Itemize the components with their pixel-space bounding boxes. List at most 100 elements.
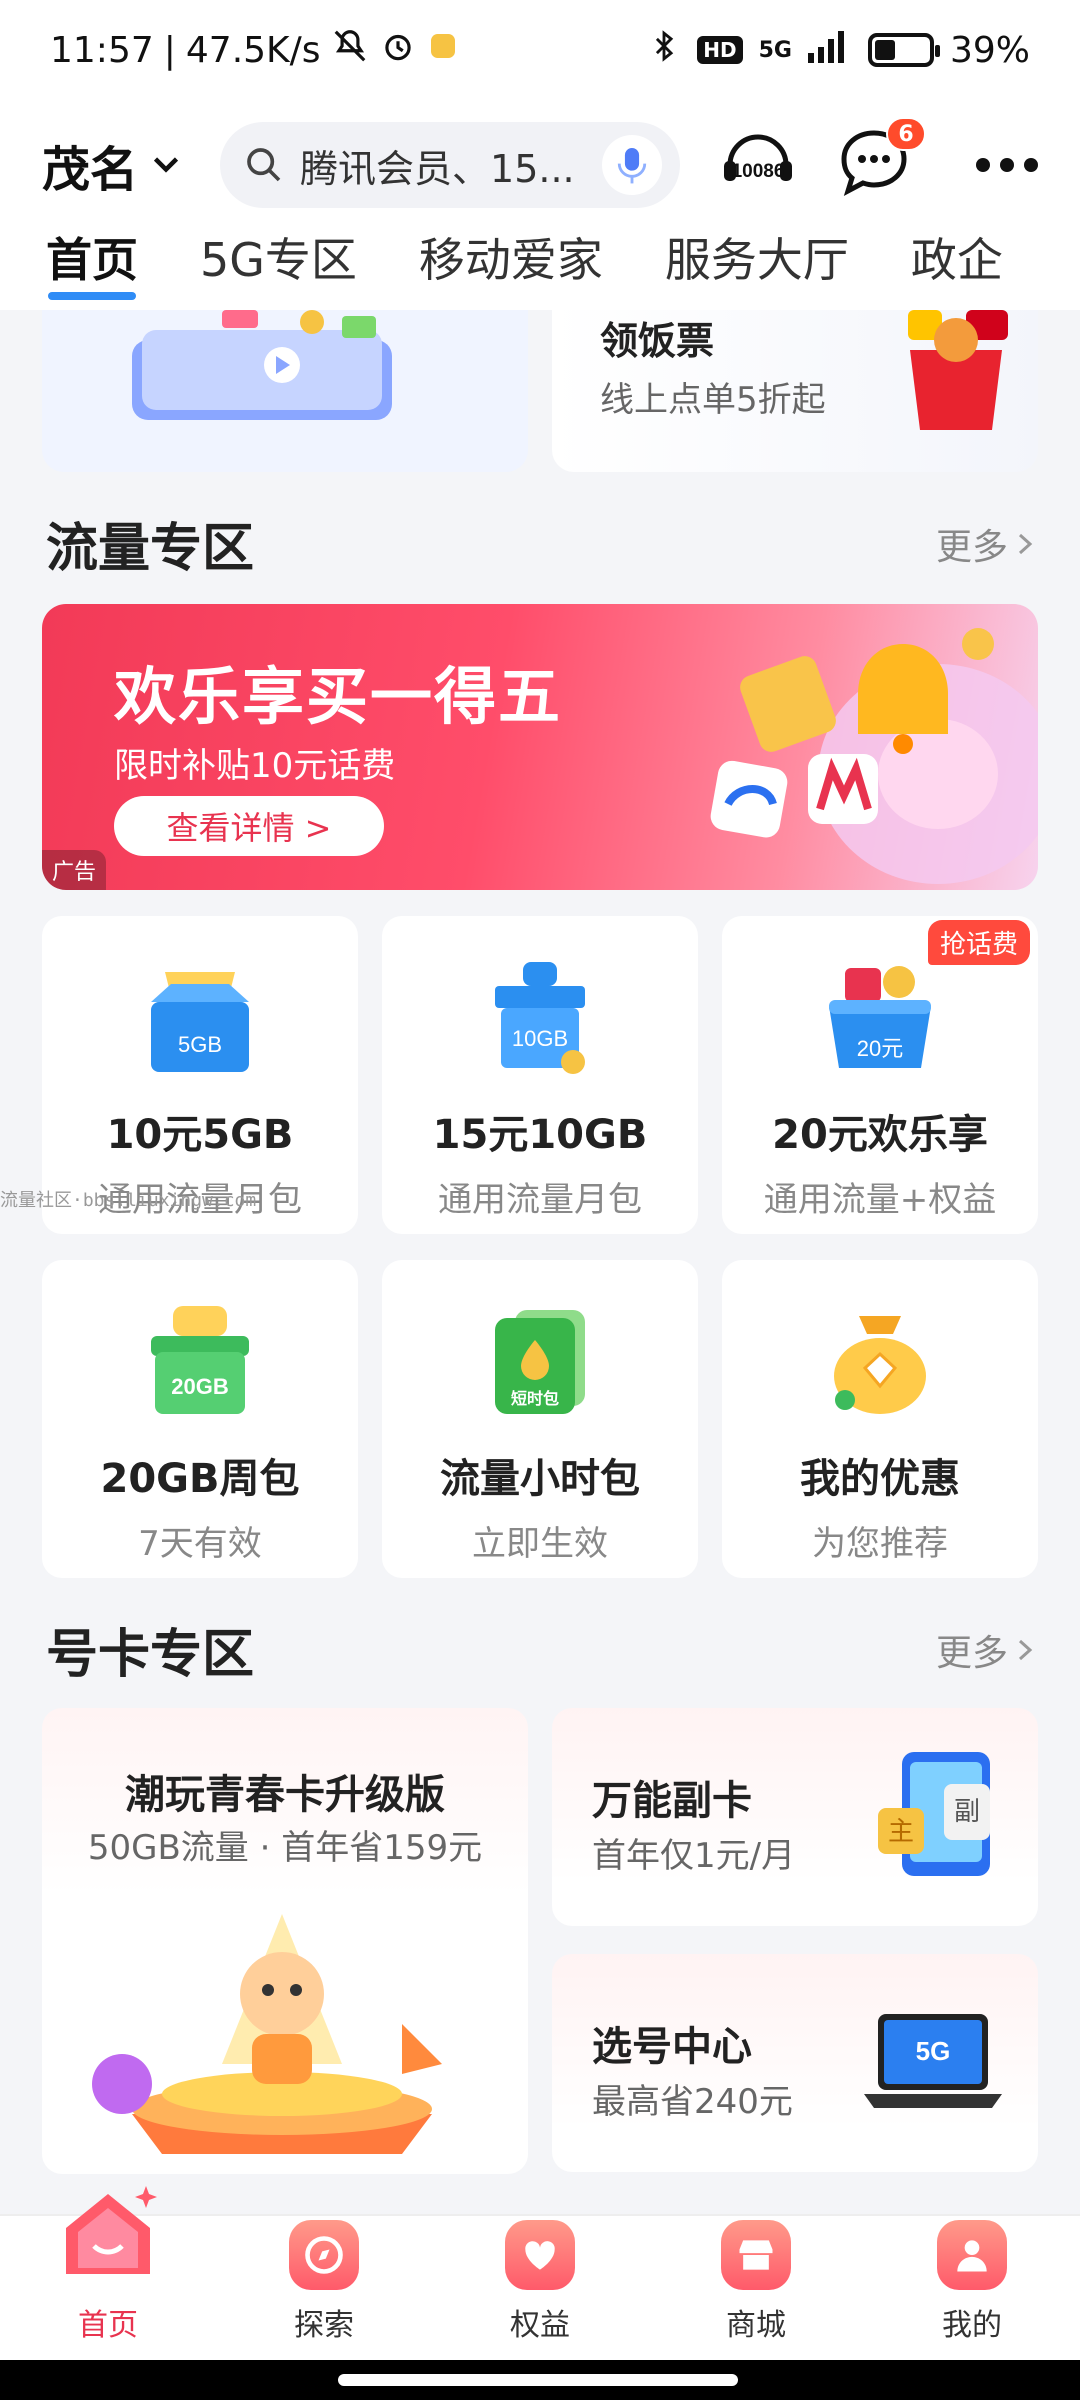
chevron-right-icon bbox=[1018, 533, 1033, 554]
ad-tag: 广告 bbox=[42, 850, 107, 890]
product-subtitle: 7天有效 bbox=[138, 1524, 262, 1564]
nav-mall[interactable]: 商城 bbox=[648, 2216, 864, 2360]
tab-government[interactable]: 政企 bbox=[911, 230, 1003, 310]
product-card-10gb[interactable]: 10GB 15元10GB 通用流量月包 bbox=[382, 916, 698, 1234]
chevron-right-icon bbox=[1018, 1639, 1033, 1660]
customer-service-button[interactable]: 10086 bbox=[716, 121, 800, 209]
product-title: 10元5GB bbox=[106, 1112, 294, 1158]
search-placeholder: 腾讯会员、15... bbox=[300, 146, 575, 191]
more-label: 更多 bbox=[935, 1632, 1008, 1674]
sub-card-glyph: 副 bbox=[954, 1797, 980, 1827]
product-title: 20元欢乐享 bbox=[772, 1112, 988, 1158]
more-menu-button[interactable] bbox=[976, 158, 1038, 172]
city-selector[interactable]: 茂名 bbox=[42, 130, 184, 200]
green-box-20gb-icon: 20GB bbox=[151, 1306, 249, 1414]
more-dot-icon bbox=[1024, 158, 1038, 172]
traffic-section-title: 流量专区 bbox=[46, 519, 255, 579]
nav-benefits[interactable]: 权益 bbox=[432, 2216, 648, 2360]
status-divider: | bbox=[163, 29, 176, 71]
youth-card-title: 潮玩青春卡升级版 bbox=[125, 1772, 445, 1818]
universal-secondary-card[interactable]: 万能副卡 首年仅1元/月 主 副 bbox=[552, 1708, 1038, 1926]
grab-credit-tag: 抢话费 bbox=[927, 920, 1030, 965]
product-card-20-yuan[interactable]: 抢话费 20元 20元欢乐享 通用流量+权益 bbox=[722, 916, 1038, 1234]
meal-ticket-title: 领饭票 bbox=[600, 319, 715, 363]
search-bar[interactable]: 腾讯会员、15... bbox=[220, 122, 681, 208]
product-icon-label: 20元 bbox=[857, 1036, 903, 1061]
heart-bag-icon bbox=[505, 2220, 575, 2290]
product-subtitle: 通用流量+权益 bbox=[763, 1180, 997, 1220]
product-card-hourly[interactable]: 短时包 流量小时包 立即生效 bbox=[382, 1260, 698, 1578]
video-promo-card[interactable] bbox=[42, 310, 528, 472]
blue-gift-10gb-icon: 10GB bbox=[495, 962, 585, 1074]
tab-service-hall[interactable]: 服务大厅 bbox=[665, 230, 849, 310]
product-title: 流量小时包 bbox=[440, 1456, 640, 1502]
product-card-20gb-week[interactable]: 20GB 20GB周包 7天有效 bbox=[42, 1260, 358, 1578]
app-notification-icon bbox=[427, 30, 459, 71]
tab-5g-zone[interactable]: 5G专区 bbox=[200, 230, 357, 310]
tab-mobile-home[interactable]: 移动爱家 bbox=[419, 230, 603, 310]
status-bar: 11:57 | 47.5K/s HD 5G 39% bbox=[0, 0, 1080, 100]
nav-label: 探索 bbox=[294, 2308, 354, 2343]
product-title: 20GB周包 bbox=[100, 1456, 300, 1502]
main-sub-phone-icon: 主 副 bbox=[878, 1752, 990, 1876]
traffic-section-header: 流量专区 更多 bbox=[46, 506, 1036, 581]
user-icon bbox=[937, 2220, 1007, 2290]
phone-video-illustration bbox=[132, 310, 392, 420]
nav-label: 我的 bbox=[942, 2308, 1002, 2343]
bell-gift-illustration bbox=[710, 628, 1038, 884]
banner-detail-button[interactable]: 查看详情 > bbox=[114, 796, 384, 856]
product-icon-label: 5GB bbox=[178, 1032, 222, 1057]
secondary-card-subtitle: 首年仅1元/月 bbox=[592, 1836, 796, 1876]
traffic-banner[interactable]: 欢乐享买一得五 限时补贴10元话费 查看详情 > 广告 bbox=[42, 604, 1038, 890]
product-card-my-offers[interactable]: 我的优惠 为您推荐 bbox=[722, 1260, 1038, 1578]
mascot-stage-illustration bbox=[92, 1914, 442, 2154]
city-name: 茂名 bbox=[42, 142, 139, 198]
youth-card-subtitle: 50GB流量 · 首年省159元 bbox=[87, 1828, 483, 1868]
banner-subtitle: 限时补贴10元话费 bbox=[114, 746, 396, 786]
compass-icon bbox=[289, 2220, 359, 2290]
mute-icon bbox=[331, 27, 369, 74]
secondary-card-title: 万能副卡 bbox=[592, 1778, 752, 1824]
product-icon-label: 20GB bbox=[171, 1374, 228, 1399]
message-count-badge: 6 bbox=[886, 117, 927, 151]
service-number: 10086 bbox=[732, 161, 785, 182]
traffic-more-link[interactable]: 更多 bbox=[936, 518, 1036, 570]
product-icon-label: 短时包 bbox=[511, 1389, 559, 1408]
number-selection-center[interactable]: 选号中心 最高省240元 5G bbox=[552, 1954, 1038, 2172]
traffic-product-grid: 5GB 10元5GB 通用流量月包 10GB 15元10GB 通用流量月包 抢话… bbox=[42, 916, 1038, 1578]
watermark-text: 流量社区·bbs.liuxingw.com bbox=[0, 1190, 257, 1211]
signal-icon bbox=[807, 29, 852, 72]
fast-food-bucket-icon bbox=[908, 310, 1008, 430]
product-subtitle: 通用流量月包 bbox=[438, 1180, 642, 1220]
number-center-title: 选号中心 bbox=[592, 2024, 752, 2070]
channel-tabs: 首页 5G专区 移动爱家 服务大厅 政企 bbox=[0, 230, 1080, 310]
product-icon-label: 10GB bbox=[512, 1026, 568, 1051]
nav-label: 权益 bbox=[510, 2308, 570, 2343]
green-ticket-hourly-icon: 短时包 bbox=[495, 1310, 585, 1414]
more-dot-icon bbox=[976, 158, 990, 172]
product-subtitle: 为您推荐 bbox=[812, 1524, 948, 1564]
nav-home[interactable]: 首页 bbox=[0, 2186, 216, 2360]
nav-label: 商城 bbox=[726, 2308, 786, 2343]
nav-explore[interactable]: 探索 bbox=[216, 2216, 432, 2360]
blue-basket-20-yuan-icon: 20元 bbox=[829, 966, 931, 1068]
card-section-title: 号卡专区 bbox=[46, 1625, 255, 1685]
battery-icon bbox=[867, 33, 940, 67]
more-dot-icon bbox=[1000, 158, 1014, 172]
top-promo-row: 领饭票 线上点单5折起 bbox=[42, 310, 1038, 472]
home-indicator[interactable] bbox=[338, 2374, 738, 2386]
more-label: 更多 bbox=[935, 526, 1008, 568]
tab-home[interactable]: 首页 bbox=[46, 230, 138, 310]
youth-card-promo[interactable]: 潮玩青春卡升级版 50GB流量 · 首年省159元 bbox=[42, 1708, 528, 2174]
messages-button[interactable]: 6 bbox=[836, 117, 927, 205]
meal-ticket-card[interactable]: 领饭票 线上点单5折起 bbox=[552, 310, 1038, 472]
card-section-header: 号卡专区 更多 bbox=[46, 1612, 1036, 1687]
main-card-glyph: 主 bbox=[888, 1817, 914, 1847]
laptop-5g-label: 5G bbox=[916, 2036, 951, 2066]
voice-search-button[interactable] bbox=[602, 135, 663, 195]
product-subtitle: 立即生效 bbox=[472, 1524, 608, 1564]
nav-label: 首页 bbox=[78, 2308, 138, 2343]
card-more-link[interactable]: 更多 bbox=[936, 1624, 1036, 1676]
nav-profile[interactable]: 我的 bbox=[864, 2216, 1080, 2360]
customer-service-icon: 10086 bbox=[724, 134, 793, 182]
